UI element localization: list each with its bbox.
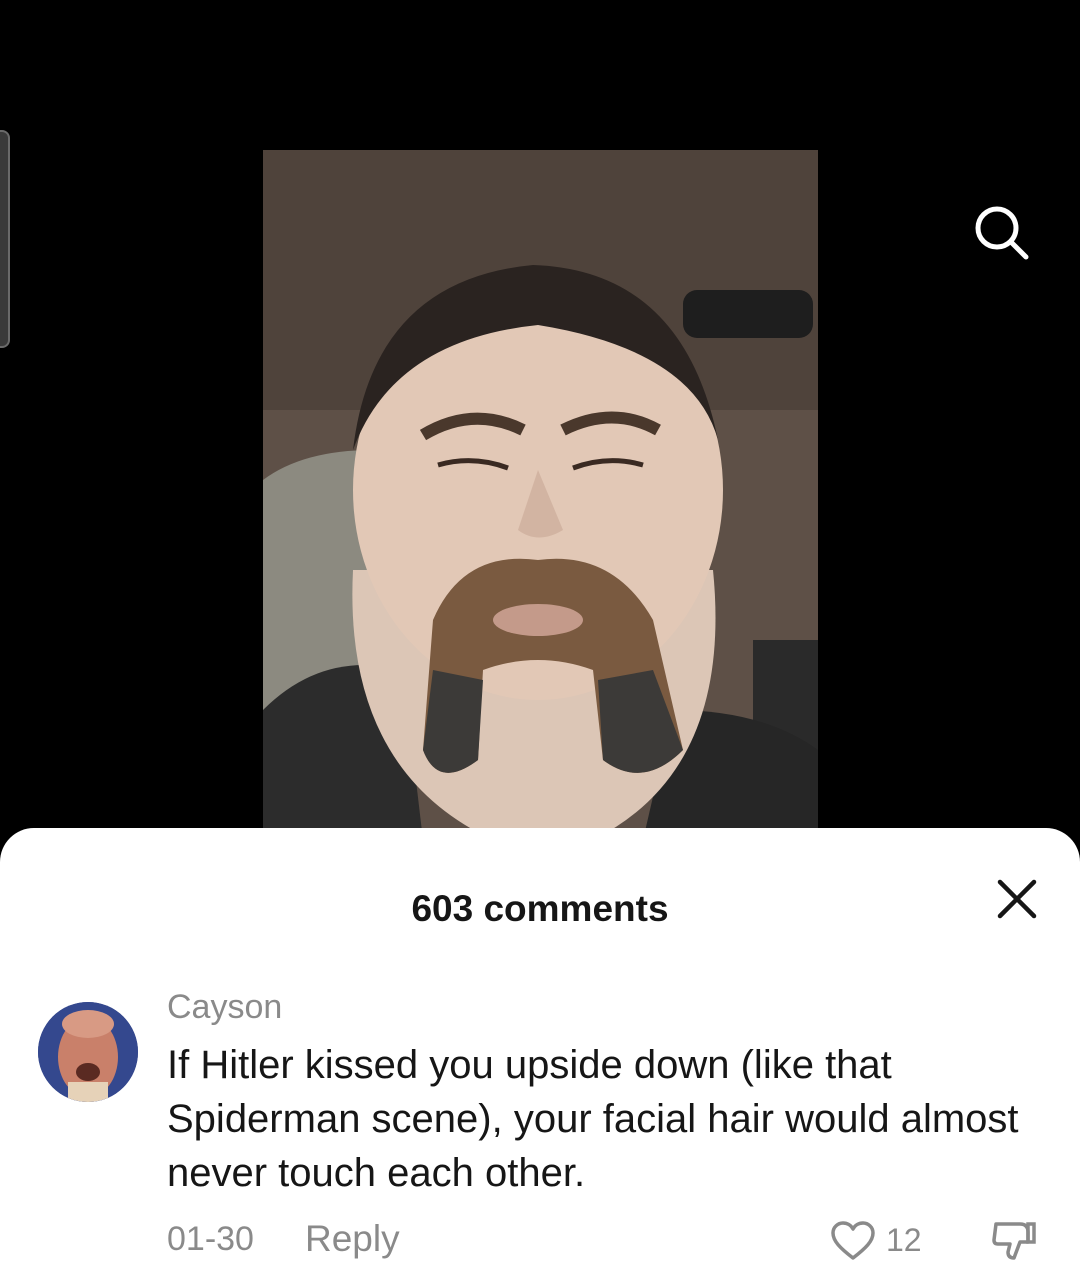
heart-icon: [831, 1221, 875, 1260]
search-button[interactable]: [968, 200, 1034, 266]
comment-text: If Hitler kissed you upside down (like t…: [167, 1043, 1019, 1195]
app-screen: 603 comments Cayson If Hitler kissed you…: [0, 0, 1080, 1264]
reply-button[interactable]: Reply: [305, 1218, 400, 1260]
dislike-button[interactable]: [990, 1218, 1038, 1264]
avatar[interactable]: [38, 1002, 138, 1102]
close-icon: [997, 879, 1037, 919]
search-icon: [975, 206, 1029, 260]
close-button[interactable]: [994, 876, 1040, 922]
comment-username[interactable]: Cayson: [167, 988, 282, 1027]
like-count: 12: [886, 1222, 922, 1258]
video-thumbnail[interactable]: [263, 150, 818, 840]
thumbs-down-icon: [992, 1222, 1036, 1260]
avatar-image: [38, 1002, 138, 1102]
comments-sheet: 603 comments Cayson If Hitler kissed you…: [0, 828, 1080, 1264]
video-image: [263, 150, 818, 840]
side-drawer-handle[interactable]: [0, 130, 10, 348]
like-button[interactable]: [830, 1220, 876, 1262]
comment-date: 01-30: [167, 1220, 254, 1258]
comments-count-title: 603 comments: [411, 888, 669, 929]
